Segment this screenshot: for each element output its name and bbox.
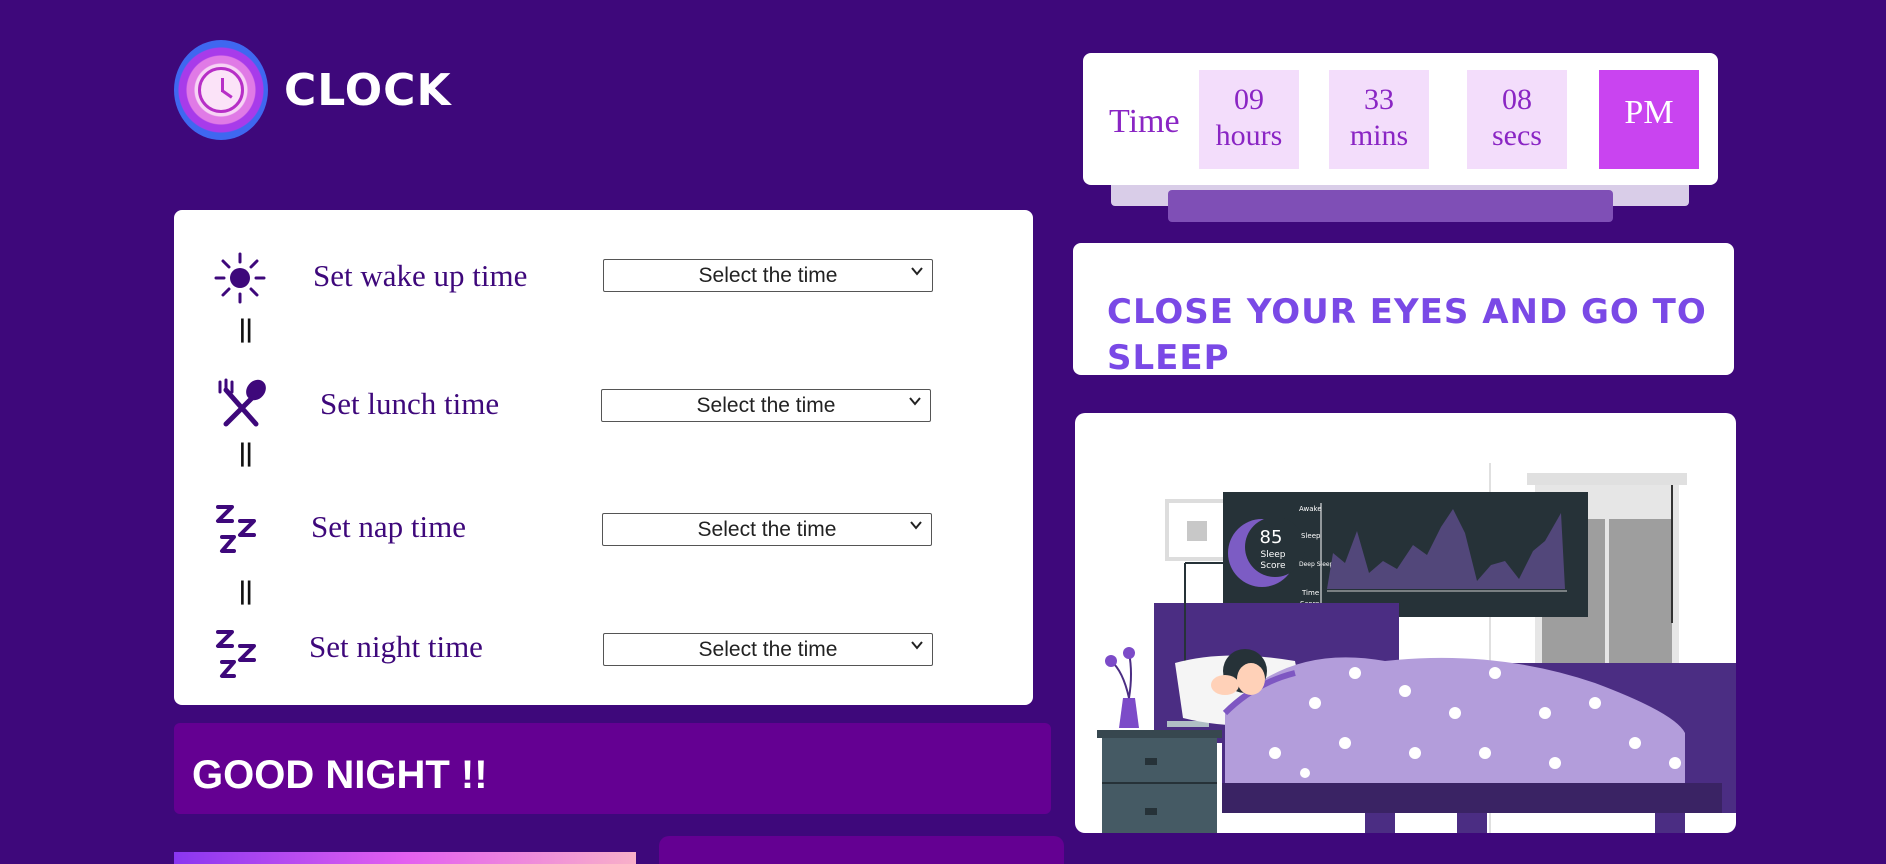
sleep-score-label-1: Sleep xyxy=(1260,550,1285,560)
hours-box: 09 hours xyxy=(1199,70,1299,169)
minutes-box: 33 mins xyxy=(1329,70,1429,169)
sun-icon xyxy=(212,250,268,306)
lunch-select-value: Select the time xyxy=(696,394,836,417)
time-label: Time xyxy=(1109,103,1180,140)
wake-up-time-select[interactable]: Select the time xyxy=(603,259,933,292)
schedule-panel: Set wake up time Select the time || Set … xyxy=(174,210,1033,705)
seconds-value: 08 xyxy=(1502,83,1532,116)
sleep-illustration: 85 Sleep Score Awake Sleep Deep Sleep Ti… xyxy=(1075,413,1736,833)
zzz-icon xyxy=(212,628,268,684)
good-night-text: GOOD NIGHT !! xyxy=(192,753,488,797)
hours-unit: hours xyxy=(1215,119,1283,152)
minutes-unit: mins xyxy=(1349,119,1409,152)
chevron-down-icon xyxy=(911,641,923,650)
sleep-score-label-2: Score xyxy=(1260,561,1286,571)
dash-label-time: Time xyxy=(1301,589,1319,597)
logo-text: CLOCK xyxy=(284,64,452,116)
night-time-select[interactable]: Select the time xyxy=(603,633,933,666)
night-row: Set night time Select the time xyxy=(174,629,1033,694)
chevron-down-icon xyxy=(910,521,922,530)
sleep-message: CLOSE YOUR EYES AND GO TO SLEEP xyxy=(1107,292,1707,375)
nap-time-select[interactable]: Select the time xyxy=(602,513,932,546)
lunch-row: Set lunch time Select the time xyxy=(174,378,1033,440)
night-label: Set night time xyxy=(309,629,483,664)
seconds-box: 08 secs xyxy=(1467,70,1567,169)
nap-label: Set nap time xyxy=(311,509,466,544)
chevron-down-icon xyxy=(909,397,921,406)
seconds-unit: secs xyxy=(1492,119,1542,152)
dash-label-awake: Awake xyxy=(1299,505,1322,513)
hours-value: 09 xyxy=(1234,83,1264,116)
ampm-indicator: PM xyxy=(1599,70,1699,169)
separator: || xyxy=(238,439,253,467)
minutes-value: 33 xyxy=(1364,83,1394,116)
wake-up-select-value: Select the time xyxy=(698,264,838,287)
sleep-score-value: 85 xyxy=(1260,527,1283,548)
wake-up-row: Set wake up time Select the time xyxy=(174,250,1033,310)
wake-up-label: Set wake up time xyxy=(313,258,528,293)
lunch-time-select[interactable]: Select the time xyxy=(601,389,931,422)
fork-spoon-icon xyxy=(212,376,268,432)
clock-icon xyxy=(174,40,268,140)
time-display: Time 09 hours 33 mins 08 secs PM xyxy=(1083,53,1718,185)
nap-row: Set nap time Select the time xyxy=(174,503,1033,563)
time-card-shadow-2 xyxy=(1168,190,1613,222)
bottom-panel xyxy=(659,836,1064,864)
night-select-value: Select the time xyxy=(698,638,838,661)
separator: || xyxy=(238,315,253,343)
good-night-banner: GOOD NIGHT !! xyxy=(174,723,1051,814)
lunch-label: Set lunch time xyxy=(320,386,500,421)
sleep-message-card: CLOSE YOUR EYES AND GO TO SLEEP xyxy=(1073,243,1734,375)
separator: || xyxy=(238,577,253,605)
nap-select-value: Select the time xyxy=(697,518,837,541)
zzz-icon xyxy=(212,503,268,559)
dash-label-sleep: Sleep xyxy=(1301,532,1321,540)
dash-label-deep-sleep: Deep Sleep xyxy=(1299,561,1334,568)
chevron-down-icon xyxy=(911,267,923,276)
logo: CLOCK xyxy=(174,40,452,140)
gradient-bar xyxy=(174,852,636,864)
